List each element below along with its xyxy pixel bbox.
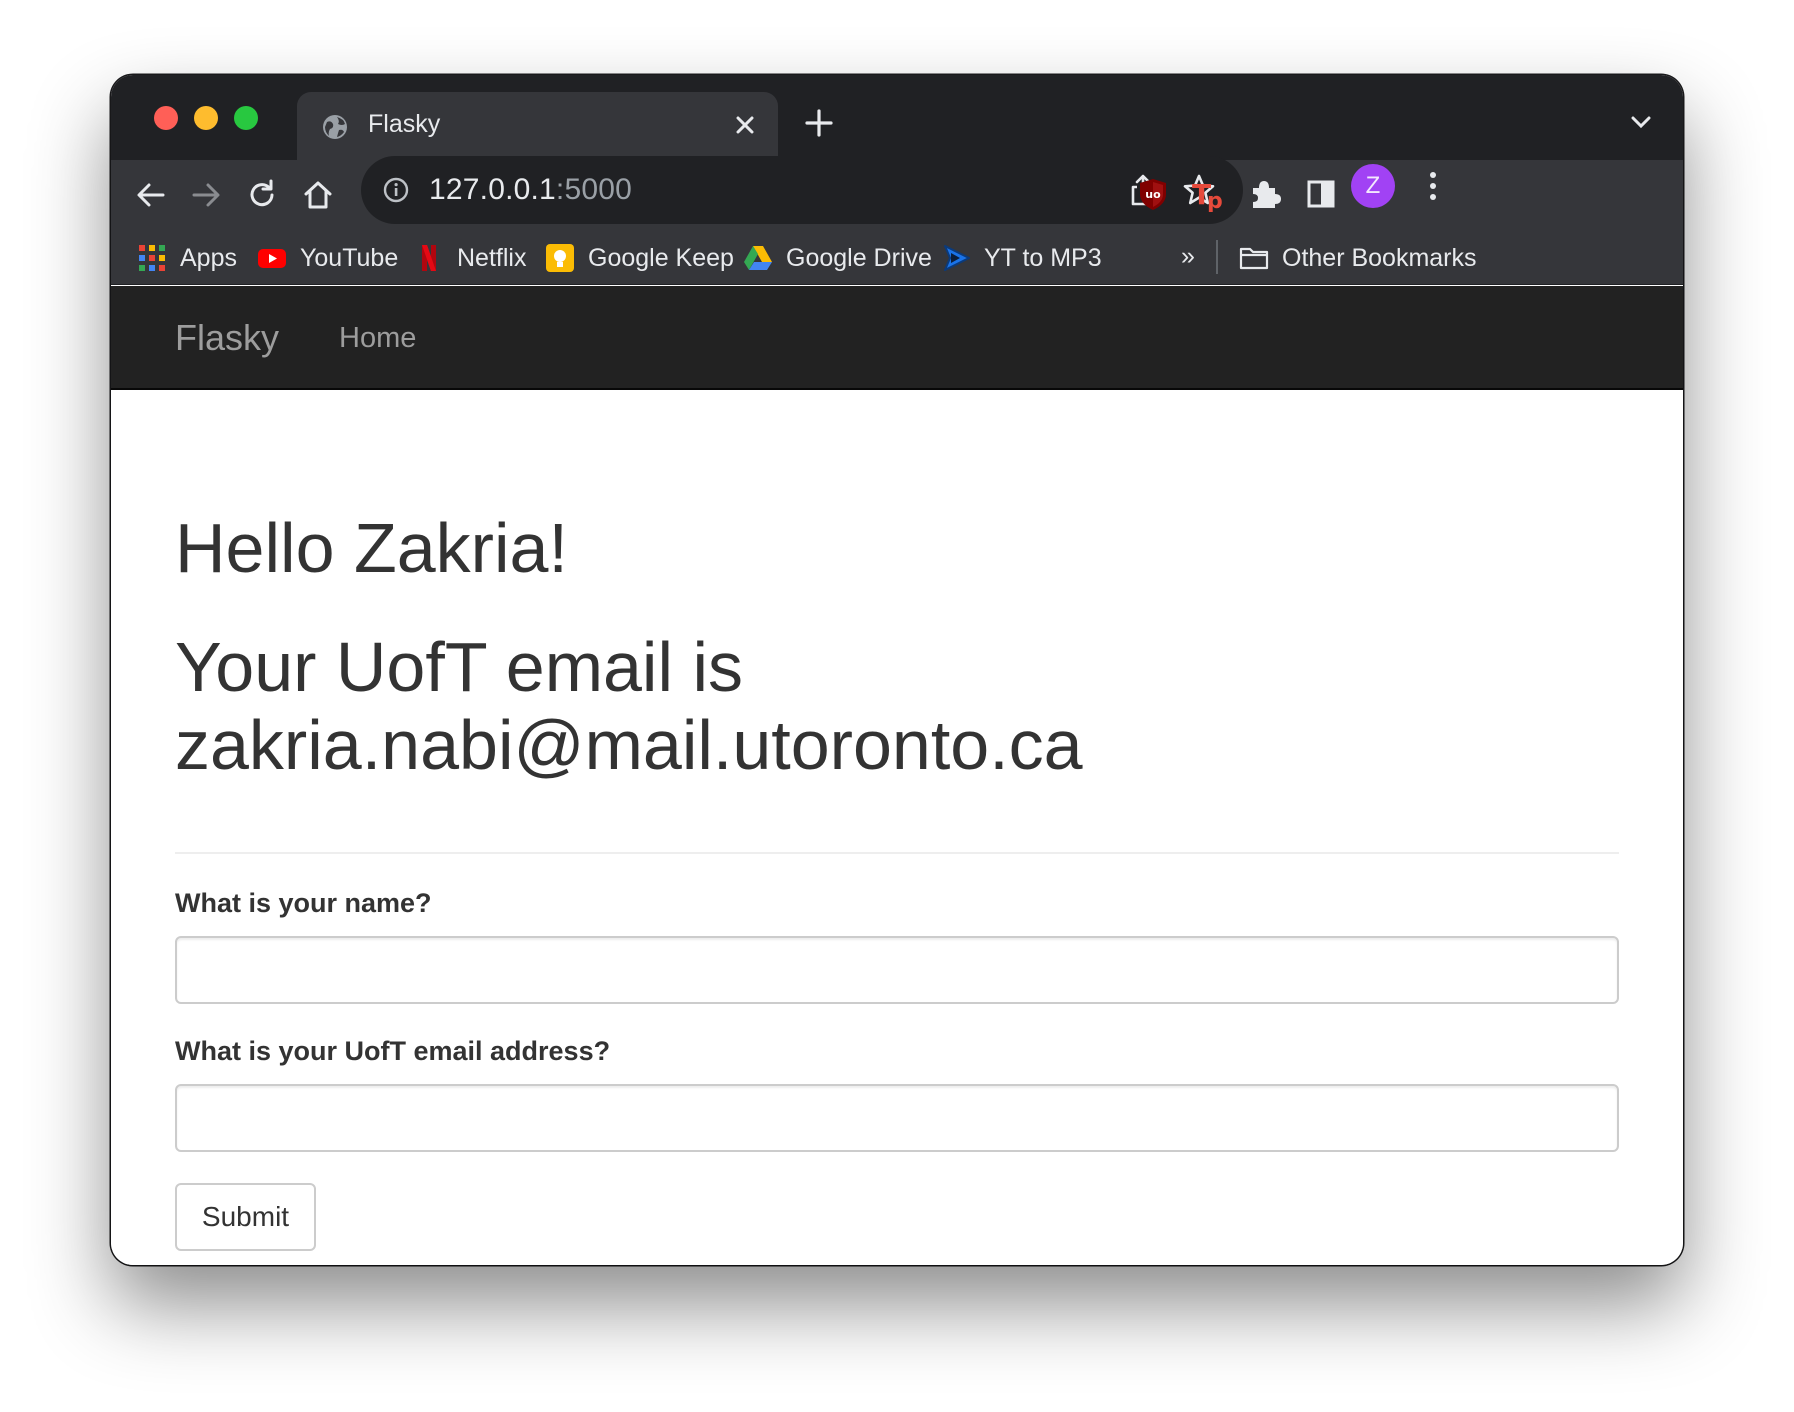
- bookmark-yt-to-mp3[interactable]: YT to MP3: [941, 238, 1102, 278]
- name-field-label: What is your name?: [175, 888, 432, 918]
- maximize-window-button[interactable]: [234, 106, 258, 130]
- home-icon[interactable]: [300, 177, 336, 213]
- bookmark-label: Netflix: [457, 243, 527, 272]
- email-heading-line1: Your UofT email is: [175, 628, 744, 706]
- bookmark-netflix[interactable]: Netflix: [414, 238, 526, 278]
- nav-home-link[interactable]: Home: [339, 322, 416, 355]
- apps-grid-icon: [139, 245, 165, 271]
- svg-text:p: p: [1207, 189, 1223, 212]
- url-port: :5000: [555, 173, 632, 206]
- url-host: 127.0.0.1: [429, 173, 556, 206]
- reload-icon[interactable]: [244, 177, 280, 213]
- url-text[interactable]: 127.0.0.1:5000: [429, 173, 632, 207]
- bookmarks-separator: [1216, 240, 1218, 274]
- navbar-brand-link[interactable]: Flasky: [175, 317, 279, 359]
- folder-icon: [1239, 247, 1269, 270]
- bookmarks-overflow-button[interactable]: »: [1181, 242, 1195, 271]
- netflix-icon: [422, 245, 436, 271]
- bookmarks-bar: Apps YouTube Netflix Google Keep Google …: [111, 230, 1683, 285]
- google-drive-icon: [744, 246, 772, 270]
- email-field-label: What is your UofT email address?: [175, 1036, 611, 1066]
- bookmark-label: YouTube: [300, 243, 399, 272]
- tab-flasky[interactable]: Flasky: [297, 92, 778, 160]
- google-keep-icon: [546, 244, 574, 272]
- new-tab-icon[interactable]: [803, 107, 835, 139]
- web-page: Flasky Home Hello Zakria! Your UofT emai…: [111, 286, 1683, 1265]
- tab-title: Flasky: [368, 110, 441, 138]
- bookmark-label: Google Keep: [588, 243, 734, 272]
- ublock-origin-icon[interactable]: uo: [1135, 176, 1171, 212]
- minimize-window-button[interactable]: [194, 106, 218, 130]
- globe-icon: [323, 115, 347, 139]
- site-navbar: Flasky Home: [111, 286, 1683, 390]
- site-info-icon[interactable]: [382, 176, 410, 204]
- other-bookmarks-label: Other Bookmarks: [1282, 243, 1477, 272]
- greeting-heading: Hello Zakria!: [175, 509, 568, 587]
- tp-extension-icon[interactable]: T p: [1191, 176, 1227, 212]
- close-tab-icon[interactable]: [728, 108, 762, 142]
- address-bar[interactable]: 127.0.0.1:5000: [361, 156, 1243, 224]
- email-heading: Your UofT email is zakria.nabi@mail.utor…: [175, 628, 1083, 785]
- chevron-down-icon[interactable]: [1629, 113, 1653, 131]
- bookmark-apps[interactable]: Apps: [137, 238, 237, 278]
- back-arrow-icon[interactable]: [133, 177, 169, 213]
- bookmark-label: YT to MP3: [984, 243, 1102, 272]
- browser-window: Flasky 127.0.0.1:5000 uo T p Z Apps YouT…: [111, 75, 1683, 1265]
- svg-text:uo: uo: [1145, 188, 1161, 201]
- close-window-button[interactable]: [154, 106, 178, 130]
- tab-strip: Flasky: [111, 75, 1683, 160]
- youtube-icon: [258, 249, 286, 268]
- name-input[interactable]: [175, 936, 1619, 1004]
- profile-avatar[interactable]: Z: [1351, 164, 1395, 208]
- bookmark-label: Google Drive: [786, 243, 932, 272]
- side-panel-icon[interactable]: [1303, 176, 1339, 212]
- bookmark-google-keep[interactable]: Google Keep: [545, 238, 734, 278]
- submit-button[interactable]: Submit: [175, 1183, 316, 1251]
- forward-arrow-icon[interactable]: [188, 177, 224, 213]
- bookmark-youtube[interactable]: YouTube: [257, 238, 398, 278]
- email-input[interactable]: [175, 1084, 1619, 1152]
- email-heading-line2: zakria.nabi@mail.utoronto.ca: [175, 706, 1083, 785]
- bookmark-google-drive[interactable]: Google Drive: [743, 238, 932, 278]
- more-vert-icon[interactable]: [1427, 167, 1439, 205]
- section-divider: [175, 852, 1619, 854]
- bookmark-label: Apps: [180, 243, 237, 272]
- other-bookmarks[interactable]: Other Bookmarks: [1239, 238, 1477, 278]
- yt-to-mp3-icon: [944, 245, 970, 271]
- puzzle-extensions-icon[interactable]: [1247, 176, 1283, 212]
